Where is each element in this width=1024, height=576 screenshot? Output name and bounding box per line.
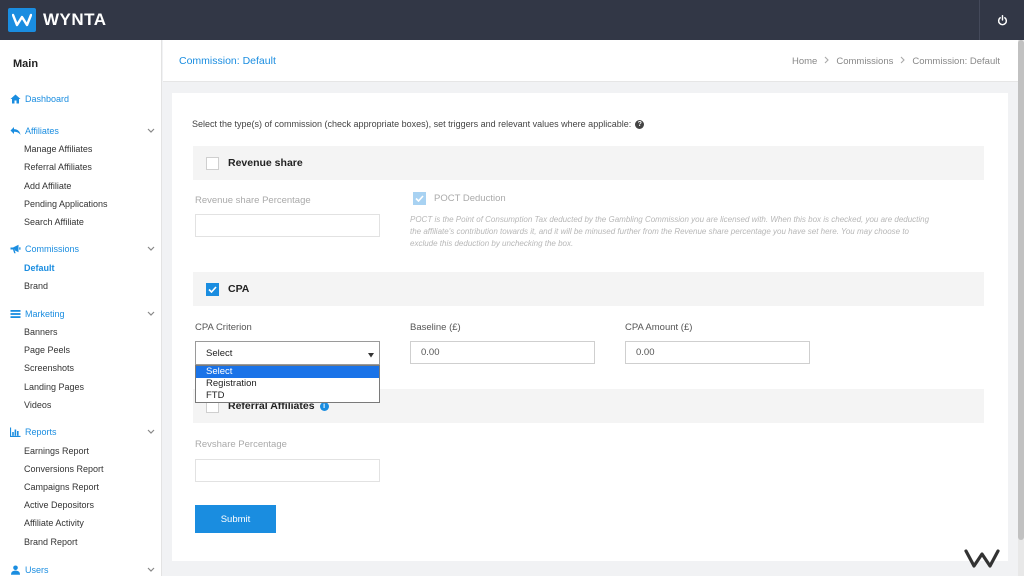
brand-logo[interactable]: WYNTA [8,8,107,32]
breadcrumb-commissions[interactable]: Commissions [836,56,893,67]
sidebar-item-add-affiliate[interactable]: Add Affiliate [24,181,71,191]
cpa-criterion-select[interactable]: Select [195,341,380,365]
page-title: Commission: Default [179,55,276,67]
sidebar-section-label: Marketing [25,309,65,319]
revshare-percentage-input[interactable] [195,459,380,482]
sidebar-item-videos[interactable]: Videos [24,400,51,410]
chevron-right-icon [824,56,830,67]
sidebar-item-pending-applications[interactable]: Pending Applications [24,199,108,209]
breadcrumb-home[interactable]: Home [792,56,817,67]
wynta-watermark-icon [963,545,1003,574]
scrollbar-thumb[interactable] [1018,40,1024,540]
chevron-down-icon [147,565,155,575]
list-icon [9,308,21,320]
wynta-logo-icon [8,8,36,32]
bar-chart-icon [9,426,21,438]
sidebar-section-label: Affiliates [25,126,59,136]
revenue-share-percentage-input[interactable] [195,214,380,237]
chevron-down-icon [147,309,155,319]
cpa-checkbox[interactable] [206,282,219,296]
sidebar-title: Main [13,58,39,70]
poct-note: POCT is the Point of Consumption Tax ded… [410,215,930,248]
submit-button[interactable]: Submit [195,505,276,533]
form-intro-text: Select the type(s) of commission (check … [192,119,632,129]
sidebar-section-reports[interactable]: Reports [9,425,157,439]
dropdown-option-registration[interactable]: Registration [196,378,379,390]
power-icon [997,14,1007,25]
commission-form: Select the type(s) of commission (check … [172,93,1008,561]
breadcrumb: Home Commissions Commission: Default [792,56,1000,67]
sidebar-item-active-depositors[interactable]: Active Depositors [24,500,94,510]
revenue-share-label: Revenue share [228,157,303,169]
sidebar-item-conversions-report[interactable]: Conversions Report [24,464,104,474]
chevron-right-icon [900,56,906,67]
sidebar-section-users[interactable]: Users [9,563,157,576]
chevron-down-icon [147,126,155,136]
revenue-share-checkbox[interactable] [206,156,219,170]
cpa-criterion-label: CPA Criterion [195,322,252,333]
revenue-share-section: Revenue share [193,146,984,180]
breadcrumb-current: Commission: Default [912,56,1000,67]
help-icon[interactable]: ? [635,119,645,129]
user-icon [9,564,21,576]
brand-name: WYNTA [43,10,107,29]
cpa-amount-label: CPA Amount (£) [625,322,693,333]
sidebar-section-label: Reports [25,427,57,437]
logout-button[interactable] [979,0,1024,40]
dropdown-option-ftd[interactable]: FTD [196,390,379,402]
baseline-label: Baseline (£) [410,322,461,333]
poct-deduction-checkbox[interactable] [413,192,426,205]
chevron-down-icon [147,244,155,254]
sidebar-item-commission-default[interactable]: Default [24,263,55,273]
page-scrollbar[interactable] [1018,40,1024,576]
cpa-criterion-selected: Select [206,347,233,359]
cpa-label: CPA [228,283,250,295]
sidebar-item-commission-brand[interactable]: Brand [24,281,48,291]
poct-deduction-label: POCT Deduction [434,193,506,204]
sidebar-item-page-peels[interactable]: Page Peels [24,345,70,355]
sidebar-item-landing-pages[interactable]: Landing Pages [24,382,84,392]
cpa-criterion-dropdown: Select Registration FTD [195,365,380,403]
sidebar-item-search-affiliate[interactable]: Search Affiliate [24,217,84,227]
bullhorn-icon [9,243,21,255]
sidebar-item-label: Dashboard [25,94,70,104]
sidebar-item-screenshots[interactable]: Screenshots [24,363,74,373]
sidebar-item-banners[interactable]: Banners [24,327,58,337]
page-header: Commission: Default Home Commissions Com… [163,40,1018,82]
revshare-percentage-label: Revshare Percentage [195,439,287,450]
revenue-share-percentage-label: Revenue share Percentage [195,195,311,206]
baseline-input[interactable]: 0.00 [410,341,595,364]
home-icon [9,93,21,105]
sidebar-section-affiliates[interactable]: Affiliates [9,124,157,138]
sidebar-item-affiliate-activity[interactable]: Affiliate Activity [24,518,84,528]
sidebar-item-dashboard[interactable]: Dashboard [9,92,157,106]
sidebar-section-label: Commissions [25,244,80,254]
cpa-amount-input[interactable]: 0.00 [625,341,810,364]
sidebar-item-earnings-report[interactable]: Earnings Report [24,446,89,456]
cpa-section: CPA [193,272,984,306]
sidebar-section-label: Users [25,565,49,575]
form-intro: Select the type(s) of commission (check … [192,119,645,129]
sidebar-section-commissions[interactable]: Commissions [9,242,157,256]
poct-deduction: POCT Deduction [413,192,506,205]
dropdown-option-select[interactable]: Select [196,366,379,378]
sidebar-item-referral-affiliates[interactable]: Referral Affiliates [24,162,92,172]
check-icon [415,195,424,202]
sidebar-item-campaigns-report[interactable]: Campaigns Report [24,482,99,492]
reply-icon [9,125,21,137]
sidebar-section-marketing[interactable]: Marketing [9,307,157,321]
check-icon [208,285,217,293]
chevron-down-icon [147,427,155,437]
sidebar-item-manage-affiliates[interactable]: Manage Affiliates [24,144,92,154]
top-bar: WYNTA [0,0,1024,40]
caret-down-icon [368,350,374,361]
sidebar: Main Dashboard Affiliates Manage Affilia… [0,40,162,576]
sidebar-item-brand-report[interactable]: Brand Report [24,537,78,547]
